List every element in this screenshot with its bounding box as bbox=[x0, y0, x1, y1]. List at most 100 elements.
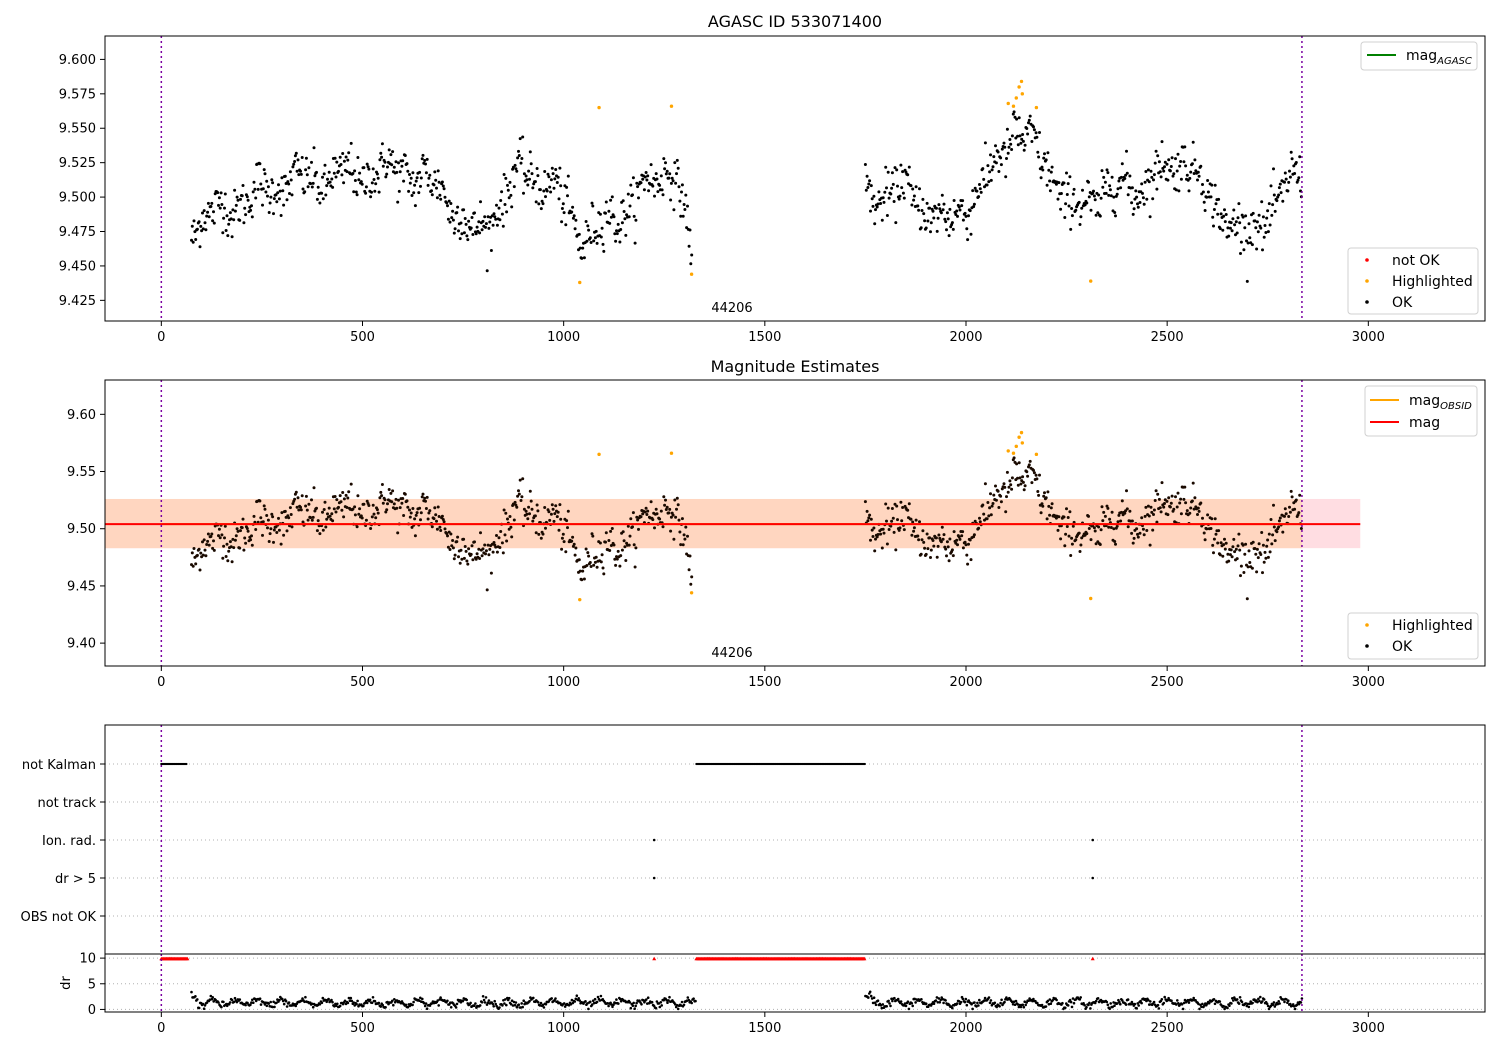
agasc-ok-point bbox=[1229, 221, 1233, 225]
magest-ok-point bbox=[277, 528, 281, 532]
agasc-legend-point-label: not OK bbox=[1392, 253, 1440, 269]
magest-ok-point bbox=[1018, 476, 1022, 480]
agasc-highlighted-point bbox=[1014, 96, 1018, 100]
agasc-ok-point bbox=[680, 183, 684, 187]
agasc-ok-point bbox=[1018, 134, 1022, 138]
magest-ok-point bbox=[1223, 537, 1226, 541]
agasc-highlighted-point bbox=[1020, 92, 1025, 96]
dr-point bbox=[959, 1000, 963, 1004]
magest-ok-point bbox=[344, 493, 348, 497]
magest-ok-point bbox=[289, 513, 293, 516]
magest-ok-point bbox=[981, 503, 985, 507]
agasc-ok-point bbox=[924, 226, 928, 230]
agasc-ok-point bbox=[342, 159, 346, 163]
agasc-ok-point bbox=[896, 184, 899, 188]
magest-ok-point bbox=[1089, 538, 1093, 542]
magest-ok-point bbox=[288, 506, 292, 510]
agasc-ok-point bbox=[1237, 202, 1241, 206]
dr-point bbox=[1064, 1006, 1067, 1010]
agasc-ok-point bbox=[990, 168, 994, 172]
agasc-ok-point bbox=[451, 209, 455, 213]
agasc-ok-point bbox=[1157, 160, 1161, 164]
agasc-ok-point bbox=[910, 203, 914, 207]
agasc-ok-point bbox=[266, 185, 270, 189]
magest-ok-point bbox=[884, 502, 888, 506]
dr-point bbox=[220, 1005, 223, 1009]
magest-ok-point bbox=[1270, 542, 1274, 546]
magest-ok-point bbox=[1237, 532, 1241, 536]
magest-ok-point bbox=[1038, 473, 1041, 477]
agasc-ok-point bbox=[1059, 207, 1063, 211]
magest-ok-point bbox=[381, 501, 385, 505]
dr-point bbox=[881, 1003, 885, 1006]
magest-ok-point bbox=[194, 562, 198, 566]
dr-point bbox=[493, 999, 497, 1003]
dr-point bbox=[228, 1001, 232, 1004]
magest-ok-point bbox=[462, 556, 466, 560]
agasc-ok-point bbox=[1222, 214, 1226, 218]
agasc-ok-point bbox=[549, 190, 553, 194]
magest-ok-point bbox=[495, 550, 499, 554]
magest-ok-point bbox=[487, 553, 491, 557]
magest-ok-point bbox=[527, 505, 531, 509]
magest-ok-point bbox=[1077, 531, 1081, 535]
magest-ok-point bbox=[1283, 507, 1287, 511]
agasc-ok-point bbox=[543, 170, 547, 173]
agasc-ok-point bbox=[879, 202, 883, 205]
agasc-ok-point bbox=[487, 226, 491, 230]
magest-ok-point bbox=[323, 500, 327, 504]
magest-ok-point bbox=[1297, 511, 1301, 515]
dr-point bbox=[190, 990, 193, 994]
agasc-ok-point bbox=[401, 159, 405, 163]
agasc-ok-point bbox=[887, 196, 891, 200]
agasc-ok-point bbox=[1067, 204, 1071, 208]
dr-point bbox=[532, 996, 535, 1000]
agasc-ok-point bbox=[1170, 156, 1174, 160]
agasc-ok-point bbox=[960, 204, 964, 208]
agasc-ok-point bbox=[506, 183, 509, 187]
magest-ok-point bbox=[964, 543, 968, 547]
magest-ok-point bbox=[341, 491, 345, 494]
dr-point bbox=[550, 997, 553, 1000]
agasc-ok-point bbox=[192, 219, 196, 223]
magest-ok-point bbox=[655, 512, 659, 516]
dr-point bbox=[686, 996, 690, 999]
magest-ok-point bbox=[634, 546, 638, 550]
magest-ok-point bbox=[1065, 507, 1068, 511]
agasc-ok-point bbox=[1147, 180, 1151, 184]
magest-ok-point bbox=[960, 534, 964, 538]
agasc-ok-point bbox=[1010, 134, 1014, 138]
magest-ok-point bbox=[1113, 540, 1117, 543]
agasc-ok-point bbox=[1146, 168, 1150, 172]
dr-xtick-label: 0 bbox=[157, 1021, 165, 1036]
magest-ok-point bbox=[411, 507, 415, 510]
agasc-ok-point bbox=[411, 171, 415, 175]
magest-ok-point bbox=[925, 532, 929, 536]
magest-ok-point bbox=[290, 525, 294, 529]
agasc-ok-point bbox=[495, 203, 498, 207]
agasc-ok-point bbox=[1032, 128, 1036, 132]
magest-ok-point bbox=[1260, 531, 1264, 534]
agasc-ok-point bbox=[277, 183, 280, 187]
agasc-ok-point bbox=[1092, 189, 1095, 193]
agasc-ok-point bbox=[1244, 214, 1248, 218]
flags-category-label: OBS not OK bbox=[21, 910, 97, 925]
agasc-ytick-label: 9.475 bbox=[59, 225, 96, 240]
agasc-ok-point bbox=[500, 212, 504, 216]
agasc-ok-point bbox=[312, 146, 316, 150]
magest-ok-point bbox=[221, 556, 225, 560]
agasc-ok-point bbox=[867, 182, 871, 186]
agasc-ok-point bbox=[689, 262, 693, 266]
agasc-ok-point bbox=[882, 200, 886, 204]
dr-point bbox=[355, 1002, 358, 1006]
magest-ok-point bbox=[1019, 482, 1023, 486]
dr-point bbox=[885, 1005, 888, 1008]
magest-ok-point bbox=[577, 558, 581, 562]
agasc-ok-point bbox=[1158, 170, 1162, 174]
agasc-ok-point bbox=[376, 176, 380, 180]
agasc-ok-point bbox=[281, 189, 285, 193]
agasc-ok-point bbox=[1247, 222, 1251, 226]
magest-ok-point bbox=[555, 515, 559, 519]
dr-point bbox=[631, 1004, 635, 1007]
magest-ok-point bbox=[374, 516, 378, 520]
